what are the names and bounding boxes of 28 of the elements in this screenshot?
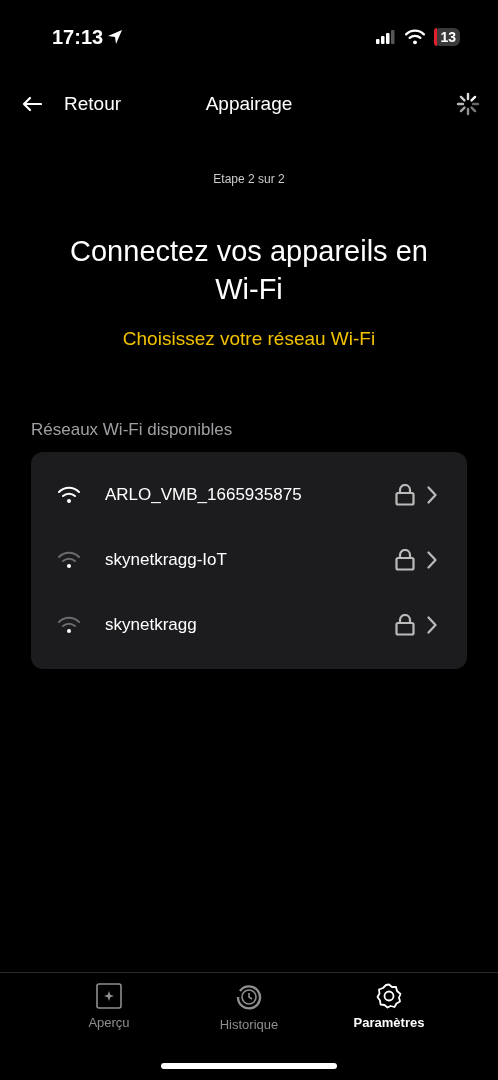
sparkle-square-icon <box>96 983 122 1009</box>
battery-indicator: 13 <box>434 28 460 46</box>
chevron-right-icon <box>427 615 437 634</box>
status-time: 17:13 <box>52 25 104 49</box>
network-name: ARLO_VMB_1665935875 <box>105 484 303 505</box>
network-name: skynetkragg-IoT <box>105 549 228 570</box>
back-arrow-icon <box>22 96 42 112</box>
tab-bar-item[interactable]: Paramètres <box>319 983 459 1053</box>
chevron-right-icon <box>427 550 437 569</box>
back-button[interactable]: Retour <box>22 93 122 115</box>
loading-spinner-icon <box>456 92 480 116</box>
chevron-right-icon <box>427 485 437 504</box>
history-icon <box>235 983 263 1011</box>
settings-icon <box>376 983 402 1009</box>
page-subtitle: Choisissez votre réseau Wi-Fi <box>121 328 377 350</box>
network-row[interactable]: skynetkragg <box>31 592 467 657</box>
step-indicator: Etape 2 sur 2 <box>212 172 286 186</box>
screen-title: Appairage <box>205 93 293 114</box>
wifi-icon <box>404 29 427 45</box>
network-row[interactable]: skynetkragg-IoT <box>31 527 467 592</box>
page-heading: Connectez vos appareils en Wi-Fi <box>69 234 429 307</box>
tab-bar-item[interactable]: Aperçu <box>39 983 179 1053</box>
section-label: Réseaux Wi-Fi disponibles <box>31 420 234 440</box>
network-row[interactable]: ARLO_VMB_1665935875 <box>31 462 467 527</box>
cellular-signal-icon <box>376 30 397 44</box>
location-arrow-icon <box>107 29 124 45</box>
network-name: skynetkragg <box>105 614 198 635</box>
tab-bar-item[interactable]: Historique <box>179 983 319 1053</box>
